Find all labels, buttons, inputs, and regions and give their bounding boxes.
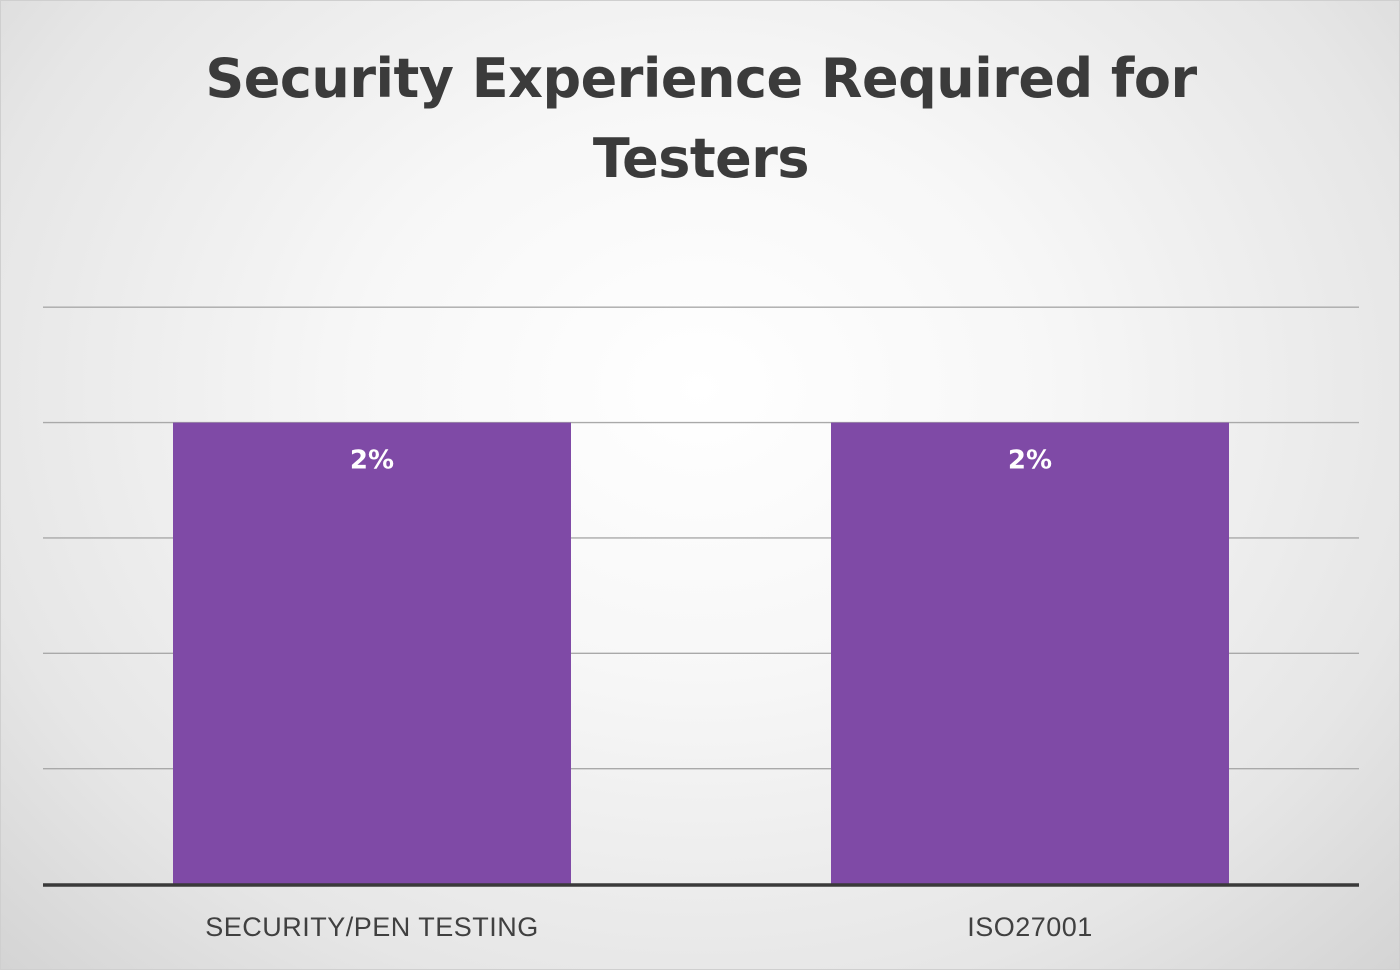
data-label: 2%: [350, 446, 394, 476]
x-tick-label: ISO27001: [967, 912, 1093, 942]
chart-frame: Security Experience Required for Testers…: [0, 0, 1400, 970]
bar: [173, 422, 571, 884]
data-label: 2%: [1008, 446, 1052, 476]
x-tick-label: SECURITY/PEN TESTING: [205, 912, 539, 942]
bar: [831, 422, 1229, 884]
plot-area: 2% SECURITY/PEN TESTING 2% ISO27001: [43, 306, 1359, 942]
